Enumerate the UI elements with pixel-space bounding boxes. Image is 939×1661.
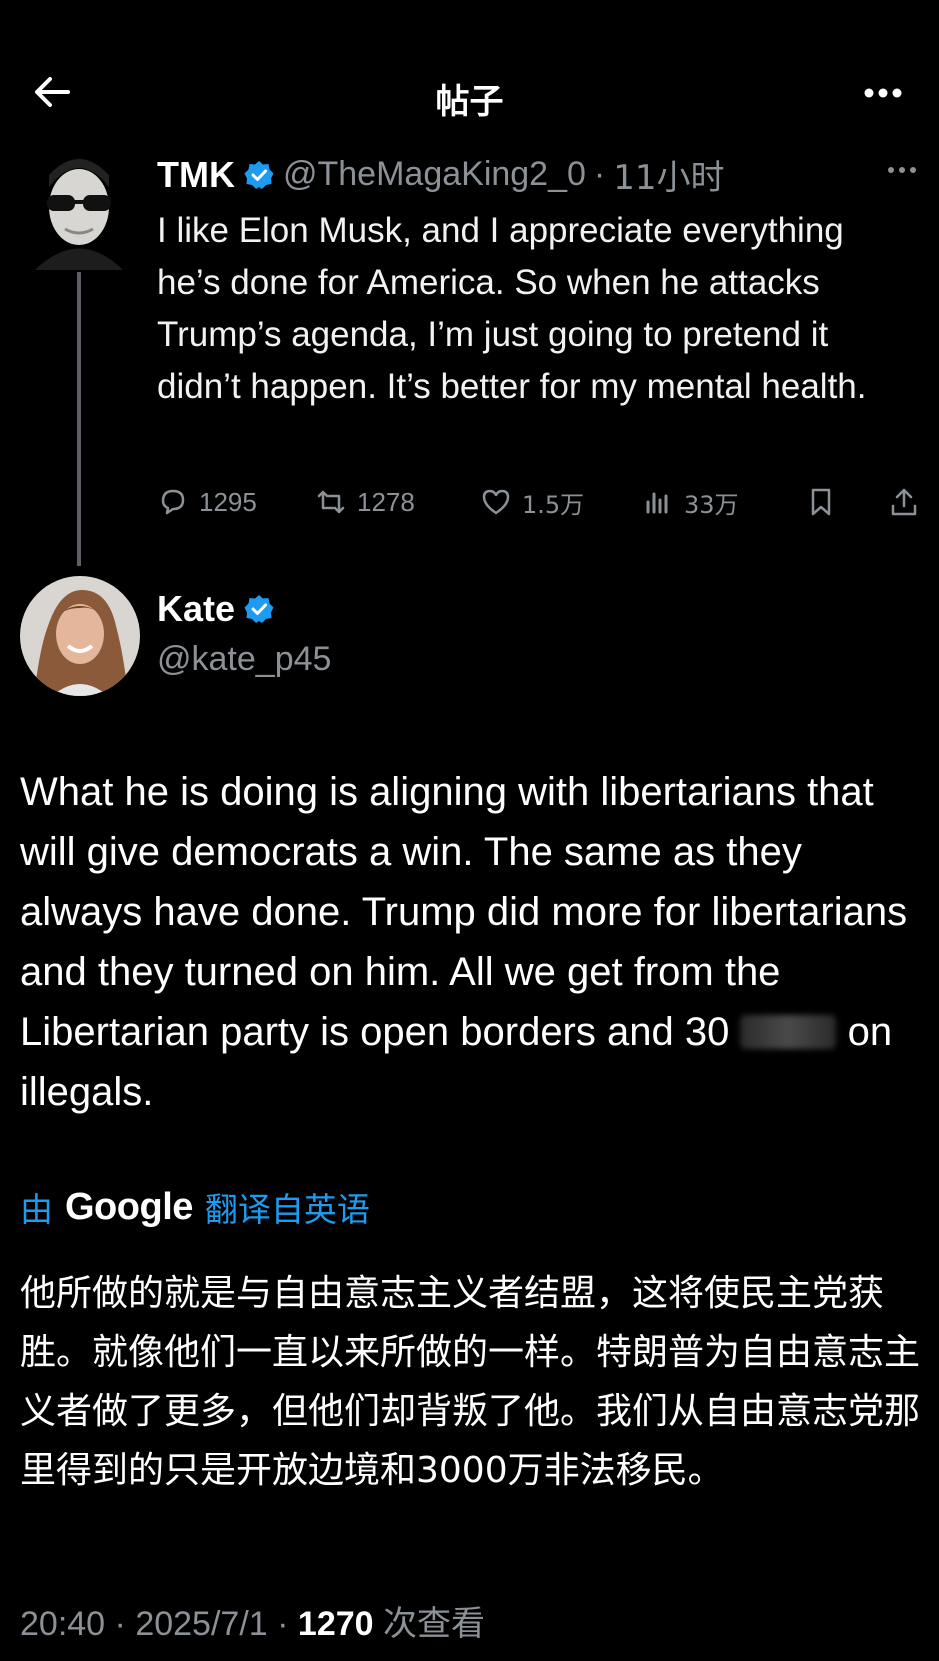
- google-logo: Google: [65, 1185, 193, 1228]
- share-button[interactable]: [888, 484, 920, 520]
- kate-avatar-image: [20, 576, 140, 696]
- share-icon: [891, 488, 917, 516]
- main-tweet-text: What he is doing is aligning with libert…: [20, 762, 920, 1122]
- kate-avatar[interactable]: [20, 576, 140, 696]
- translated-text: 他所做的就是与自由意志主义者结盟，这将使民主党获胜。就像他们一直以来所做的一样。…: [20, 1273, 921, 1491]
- tweet-time[interactable]: 11小时: [613, 150, 724, 199]
- separator-dot: ·: [593, 155, 606, 193]
- translate-suffix: 翻译自英语: [204, 1190, 370, 1229]
- reply-count: 1295: [199, 486, 257, 517]
- tmk-avatar-image: [25, 145, 133, 270]
- views-button[interactable]: 33万: [642, 484, 739, 520]
- parent-tweet-text: I like Elon Musk, and I appreciate every…: [157, 211, 867, 406]
- bookmark-icon: [811, 488, 831, 516]
- post-date[interactable]: 2025/7/1: [135, 1605, 267, 1643]
- like-count: 1.5万: [522, 490, 585, 519]
- bookmark-button[interactable]: [805, 484, 837, 520]
- kate-handle[interactable]: @kate_p45: [157, 640, 331, 679]
- like-button[interactable]: 1.5万: [480, 484, 584, 520]
- translate-prefix: 由: [20, 1190, 53, 1229]
- translation-attribution[interactable]: 由 Google 翻译自英语: [20, 1183, 370, 1231]
- main-tweet-name-row: Kate: [157, 588, 275, 630]
- page-title: 帖子: [435, 83, 504, 121]
- repost-count: 1278: [357, 486, 415, 517]
- repost-icon: [317, 490, 345, 514]
- views-chart-icon: [646, 492, 668, 514]
- kate-display-name[interactable]: Kate: [157, 588, 235, 630]
- heart-icon: [482, 489, 510, 515]
- tmk-handle[interactable]: @TheMagaKing2_0: [283, 155, 586, 194]
- tweet-meta: 20:40 · 2025/7/1 · 1270 次查看: [20, 1596, 485, 1645]
- reply-button[interactable]: 1295: [157, 484, 257, 520]
- view-count: 1270: [297, 1605, 374, 1643]
- tmk-display-name[interactable]: TMK: [157, 154, 235, 196]
- redacted-word: [740, 1015, 837, 1049]
- meta-separator: ·: [277, 1605, 289, 1643]
- thread-connector-line: [77, 272, 81, 566]
- main-tweet-text-part1: What he is doing is aligning with libert…: [20, 770, 908, 1054]
- post-time[interactable]: 20:40: [20, 1605, 105, 1643]
- tmk-avatar[interactable]: [25, 145, 133, 270]
- more-options-icon[interactable]: [861, 78, 905, 108]
- views-count: 33万: [684, 490, 739, 519]
- tweet-more-icon[interactable]: [885, 160, 919, 180]
- repost-button[interactable]: 1278: [315, 484, 415, 520]
- parent-tweet-header: TMK @TheMagaKing2_0 · 11小时: [157, 150, 725, 199]
- verified-badge-icon: [244, 595, 274, 623]
- top-bar: 帖子: [0, 0, 939, 140]
- view-label: 次查看: [383, 1604, 486, 1644]
- verified-badge-icon: [244, 160, 274, 189]
- meta-separator: ·: [114, 1605, 126, 1643]
- reply-icon: [161, 489, 185, 515]
